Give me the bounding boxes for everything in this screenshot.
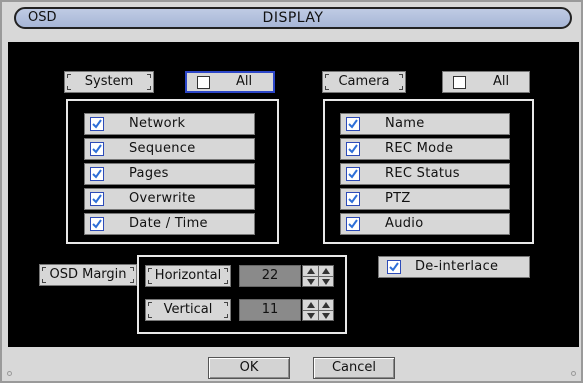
check-icon [348,119,358,129]
system-button-label: System [84,74,134,89]
system-item-date-time[interactable]: Date / Time [84,213,255,235]
checkbox-audio[interactable] [346,217,360,231]
system-button[interactable]: System [64,71,154,93]
camera-all-box [453,76,466,89]
check-icon [348,194,358,204]
item-label: Audio [385,216,424,231]
camera-button-label: Camera [338,74,390,89]
horizontal-spinner[interactable] [302,265,334,287]
deinterlace-option[interactable]: De-interlace [378,256,530,278]
cancel-button-label: Cancel [331,360,377,375]
vertical-value: 11 [261,302,279,317]
item-label: Network [129,116,186,131]
item-label: PTZ [385,191,411,206]
checkbox-sequence[interactable] [90,142,104,156]
camera-items-frame: Name REC Mode REC Status PTZ Audio [323,99,534,244]
arrow-up-icon[interactable] [322,268,330,274]
ok-button-label: OK [239,360,259,375]
arrow-down-icon[interactable] [307,279,315,285]
arrow-up-icon[interactable] [307,268,315,274]
resize-handle-left [7,371,12,376]
vertical-spinner[interactable] [302,299,334,321]
camera-item-audio[interactable]: Audio [340,213,510,235]
camera-item-rec-status[interactable]: REC Status [340,163,510,185]
arrow-down-icon[interactable] [322,313,330,319]
horizontal-value-input[interactable]: 22 [239,265,301,287]
checkbox-name[interactable] [346,117,360,131]
vertical-value-input[interactable]: 11 [239,299,301,321]
horizontal-value: 22 [261,268,279,283]
item-label: REC Status [385,166,460,181]
check-icon [92,119,102,129]
check-icon [92,219,102,229]
osd-margin-label: OSD Margin [49,267,127,282]
check-icon [348,169,358,179]
checkbox-ptz[interactable] [346,192,360,206]
system-item-sequence[interactable]: Sequence [84,138,255,160]
osd-margin-frame: Horizontal 22 Vertical 11 [137,255,347,334]
system-item-pages[interactable]: Pages [84,163,255,185]
checkbox-rec-mode[interactable] [346,142,360,156]
item-label: Overwrite [129,191,196,206]
system-all-label: All [236,74,253,89]
camera-all-checkbox[interactable]: All [442,71,530,93]
system-all-box [197,76,210,89]
check-icon [92,169,102,179]
checkbox-network[interactable] [90,117,104,131]
check-icon [92,144,102,154]
vertical-label: Vertical [145,299,231,321]
osd-display-window: OSD DISPLAY System All Network Sequence … [0,0,583,383]
item-label: Sequence [129,141,196,156]
camera-item-ptz[interactable]: PTZ [340,188,510,210]
arrow-down-icon[interactable] [322,279,330,285]
camera-button[interactable]: Camera [322,71,406,93]
settings-panel: System All Network Sequence Pages Overwr… [8,42,579,347]
item-label: Name [385,116,425,131]
system-items-frame: Network Sequence Pages Overwrite Date / … [66,99,279,244]
check-icon [389,262,399,272]
ok-button[interactable]: OK [208,357,290,379]
system-item-network[interactable]: Network [84,113,255,135]
item-label: Date / Time [129,216,208,231]
camera-all-label: All [493,74,510,89]
arrow-down-icon[interactable] [307,313,315,319]
checkbox-date-time[interactable] [90,217,104,231]
horizontal-label-text: Horizontal [154,268,222,283]
vertical-label-text: Vertical [163,302,213,317]
arrow-up-icon[interactable] [307,302,315,308]
system-item-overwrite[interactable]: Overwrite [84,188,255,210]
deinterlace-label: De-interlace [415,259,499,274]
camera-item-rec-mode[interactable]: REC Mode [340,138,510,160]
title-bar: OSD DISPLAY [14,7,572,29]
resize-handle-right [571,371,576,376]
check-icon [348,144,358,154]
camera-item-name[interactable]: Name [340,113,510,135]
checkbox-rec-status[interactable] [346,167,360,181]
item-label: REC Mode [385,141,454,156]
osd-margin-button[interactable]: OSD Margin [39,264,137,286]
checkbox-pages[interactable] [90,167,104,181]
checkbox-deinterlace[interactable] [387,260,401,274]
window-title: DISPLAY [262,10,324,26]
check-icon [92,194,102,204]
horizontal-label: Horizontal [145,265,231,287]
check-icon [348,219,358,229]
item-label: Pages [129,166,169,181]
checkbox-overwrite[interactable] [90,192,104,206]
system-all-checkbox[interactable]: All [185,71,275,93]
arrow-up-icon[interactable] [322,302,330,308]
cancel-button[interactable]: Cancel [313,357,395,379]
